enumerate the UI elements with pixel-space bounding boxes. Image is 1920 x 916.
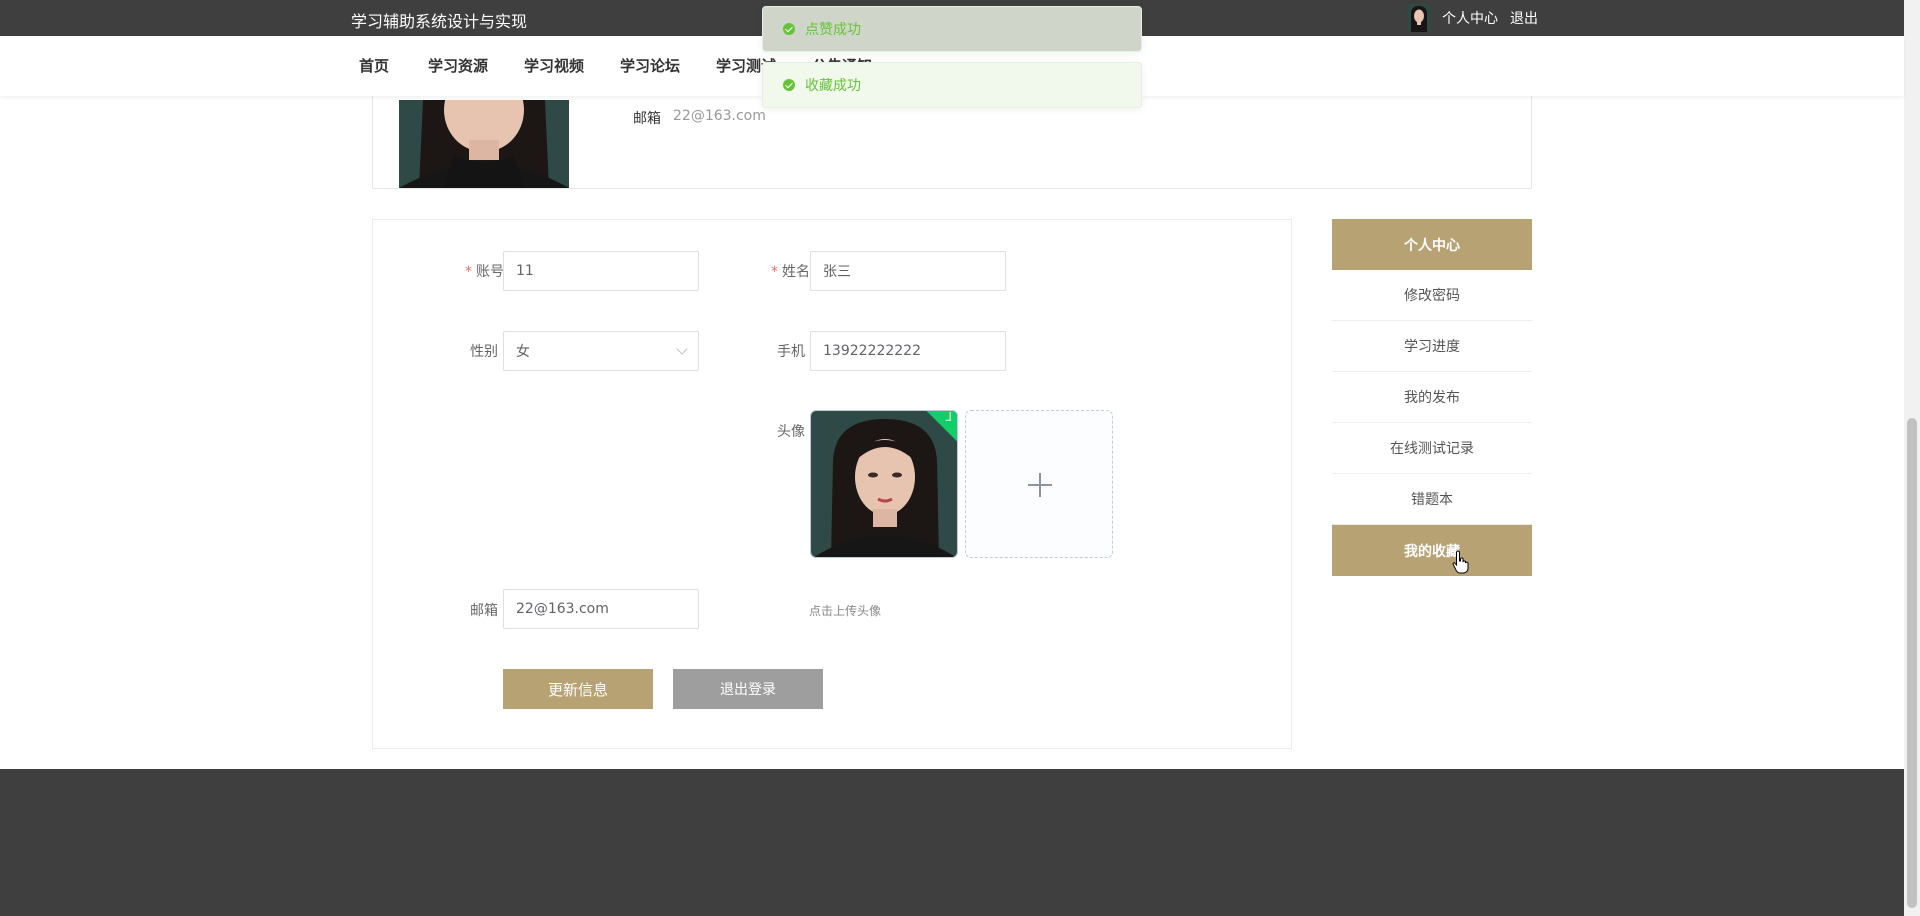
toast-message: 收藏成功 (805, 78, 861, 94)
profile-form: * 账号 11 * 姓名 张三 性别 女 手机 13922222222 头像 邮箱 … (372, 219, 1292, 749)
email-input[interactable]: 22@163.com (503, 589, 699, 629)
sidebar-item-test-records[interactable]: 在线测试记录 (1332, 423, 1532, 474)
check-icon (945, 411, 951, 421)
toast-favorite-success: 收藏成功 (762, 62, 1142, 108)
nav-item-forum[interactable]: 学习论坛 (620, 55, 680, 76)
chevron-down-icon (676, 343, 688, 355)
scrollbar-thumb[interactable] (1907, 418, 1917, 908)
profile-sidebar: 个人中心 修改密码 学习进度 我的发布 在线测试记录 错题本 我的收藏 (1332, 219, 1532, 576)
footer (0, 769, 1904, 916)
hand-pointer-icon (1452, 550, 1469, 574)
update-info-button[interactable]: 更新信息 (503, 669, 653, 709)
success-icon (783, 79, 795, 91)
account-label: * 账号 (465, 264, 504, 280)
site-title: 学习辅助系统设计与实现 (351, 12, 528, 31)
uploaded-avatar[interactable] (810, 410, 958, 558)
sidebar-item-profile[interactable]: 个人中心 (1332, 219, 1532, 270)
upload-tip: 点击上传头像 (809, 604, 882, 618)
profile-center-link[interactable]: 个人中心 (1442, 8, 1498, 28)
logout-link[interactable]: 退出 (1510, 8, 1538, 28)
sidebar-item-my-posts[interactable]: 我的发布 (1332, 372, 1532, 423)
phone-input[interactable]: 13922222222 (810, 331, 1006, 371)
page-scrollbar[interactable] (1904, 0, 1920, 916)
name-label: * 姓名 (771, 264, 810, 280)
success-icon (783, 23, 795, 35)
phone-label: 手机 (777, 344, 805, 360)
sidebar-item-favorites[interactable]: 我的收藏 (1332, 525, 1532, 576)
logout-button[interactable]: 退出登录 (673, 669, 823, 709)
nav-item-home[interactable]: 首页 (359, 55, 389, 76)
user-menu: 个人中心 退出 (1408, 4, 1538, 32)
account-input[interactable]: 11 (503, 251, 699, 291)
summary-email-value: 22@163.com (673, 108, 766, 124)
user-avatar[interactable] (1408, 4, 1430, 32)
toast-like-success: 点赞成功 (762, 6, 1142, 52)
sidebar-item-progress[interactable]: 学习进度 (1332, 321, 1532, 372)
gender-label: 性别 (470, 344, 498, 360)
avatar-label: 头像 (777, 424, 805, 440)
profile-photo (399, 100, 569, 188)
toast-message: 点赞成功 (805, 22, 861, 38)
name-input[interactable]: 张三 (810, 251, 1006, 291)
gender-selected-value: 女 (516, 344, 530, 360)
nav-item-resources[interactable]: 学习资源 (428, 55, 488, 76)
email-label: 邮箱 (470, 603, 498, 619)
nav-item-videos[interactable]: 学习视频 (524, 55, 584, 76)
avatar-upload-button[interactable] (965, 410, 1113, 558)
sidebar-item-change-password[interactable]: 修改密码 (1332, 270, 1532, 321)
summary-email-label: 邮箱 (633, 111, 661, 127)
gender-select[interactable]: 女 (503, 331, 699, 371)
sidebar-item-wrong-questions[interactable]: 错题本 (1332, 474, 1532, 525)
